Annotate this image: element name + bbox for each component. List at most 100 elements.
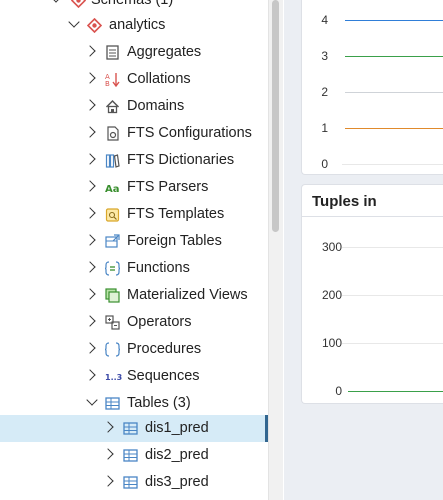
tree-node-label: Tables (3) [127,395,191,411]
tree-node-label-text: Aggregates [127,44,202,60]
chevron-right-icon[interactable] [84,180,96,192]
tree-node-label-text: Materialized Views [127,287,248,303]
chart-panel-tuples-in: Tuples in 300 200 100 0 [301,184,443,404]
grid-line [342,295,443,296]
tree-node-label: FTS Parsers [127,179,208,195]
tree-node-count: (3) [172,395,191,411]
chevron-right-icon[interactable] [84,126,96,138]
aggregate-icon [105,45,120,60]
chevron-right-icon[interactable] [84,288,96,300]
tree-node-label-text: FTS Configurations [127,125,252,141]
chevron-right-icon[interactable] [102,421,114,433]
tree-node-label: Collations [127,71,191,87]
y-tick-label: 3 [321,49,328,63]
chart-panel-top: 4 3 2 1 0 [301,0,443,175]
tree-node-table-dis3-pred[interactable]: dis3_pred [0,469,268,496]
table-icon [123,475,138,490]
tree-node-domains[interactable]: Domains [0,93,268,120]
tree-node-fts-configurations[interactable]: FTS Configurations [0,120,268,147]
tree-node-label: Procedures [127,341,201,357]
grid-line [342,247,443,248]
foreign-table-icon [105,234,120,249]
tree-node-collations[interactable]: A B Collations [0,66,268,93]
tree-node-label-text: FTS Parsers [127,179,209,195]
chevron-right-icon[interactable] [84,261,96,273]
tree-node-table-dis2-pred[interactable]: dis2_pred [0,442,268,469]
grid-line [342,343,443,344]
y-tick-label: 300 [321,240,342,254]
tree-node-foreign-tables[interactable]: Foreign Tables [0,228,268,255]
tree-node-functions[interactable]: Functions [0,255,268,282]
tree-node-procedures[interactable]: Procedures [0,336,268,363]
y-tick-label: 2 [321,85,328,99]
tree-node-materialized-views[interactable]: Materialized Views [0,282,268,309]
tree-node-label: Aggregates [127,44,201,60]
tree-node-sequences[interactable]: 1..3 Sequences [0,363,268,390]
svg-text:Aa: Aa [105,184,120,195]
fts-dictionary-icon [105,153,120,168]
tree-node-label-text: FTS Templates [127,206,225,222]
schema-icon [86,17,103,34]
chevron-right-icon[interactable] [102,475,114,487]
chevron-down-icon[interactable] [86,394,98,406]
chevron-right-icon[interactable] [84,342,96,354]
tree-node-label-text: Sequences [127,368,200,384]
svg-text:1..3: 1..3 [105,373,122,382]
tree-node-label: Materialized Views [127,287,248,303]
chevron-right-icon[interactable] [84,315,96,327]
tree-node-fts-dictionaries[interactable]: FTS Dictionaries [0,147,268,174]
tree-node-fts-parsers[interactable]: Aa FTS Parsers [0,174,268,201]
tree-node-label: Sequences [127,368,200,384]
tree-node-label-text: Domains [127,98,185,114]
series-line [348,391,443,392]
fts-template-icon [105,207,120,222]
tree-node-label: Functions [127,260,190,276]
y-tick-label: 200 [321,288,342,302]
y-tick-label: 0 [335,384,342,398]
tree-node-label-text: Tables [127,395,169,411]
tree-node-label: Operators [127,314,191,330]
tree-node-table-dis1-pred[interactable]: dis1_pred [0,415,268,442]
chevron-right-icon[interactable] [84,72,96,84]
chevron-down-icon[interactable] [68,16,80,28]
series-line [345,20,443,21]
tree-node-aggregates[interactable]: Aggregates [0,39,268,66]
tree-node-label: dis3_pred [145,474,209,490]
collation-icon: AB [105,72,120,88]
chevron-down-icon[interactable] [50,0,62,3]
series-line [345,128,443,129]
svg-text:B: B [105,80,110,87]
chevron-right-icon[interactable] [84,45,96,57]
y-tick-label: 100 [321,336,342,350]
sequence-icon: 1..3 [105,369,125,384]
tree-node-label-text: FTS Dictionaries [127,152,235,168]
tree-node-label: Schemas (1) [91,0,174,8]
table-icon [123,448,138,463]
object-browser-tree: Schemas (1) analytics Aggregates A B Collat… [0,0,268,500]
chevron-right-icon[interactable] [84,234,96,246]
tree-node-fts-templates[interactable]: FTS Templates [0,201,268,228]
series-line [345,56,443,57]
panel-title: Tuples in [312,193,377,210]
series-line [345,92,443,93]
chevron-right-icon[interactable] [84,153,96,165]
tree-node-label: analytics [109,17,166,33]
tree-node-tables[interactable]: Tables (3) [0,390,268,417]
tree-node-operators[interactable]: Operators [0,309,268,336]
materialized-view-icon [105,288,120,303]
tree-scrollbar[interactable] [268,0,283,500]
chevron-right-icon[interactable] [84,369,96,381]
scrollbar-thumb[interactable] [272,0,279,232]
chevron-right-icon[interactable] [84,207,96,219]
tree-node-schema-analytics[interactable]: analytics [0,12,268,39]
chevron-right-icon[interactable] [102,448,114,460]
chevron-right-icon[interactable] [84,99,96,111]
tree-node-label: Foreign Tables [127,233,222,249]
tree-node-label: FTS Dictionaries [127,152,234,168]
schemas-icon [70,0,87,9]
table-icon [105,396,120,411]
y-tick-label: 1 [321,121,328,135]
tree-node-label-text: Foreign Tables [127,233,222,249]
axis-baseline [342,164,443,165]
domain-icon [105,99,120,114]
